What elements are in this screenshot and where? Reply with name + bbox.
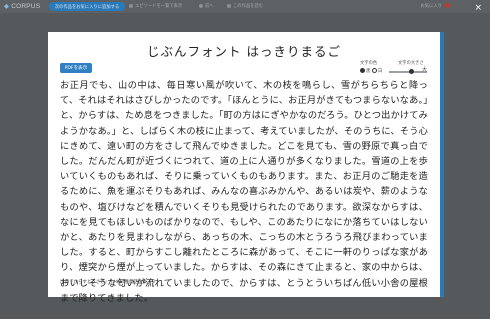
favorites-indicator[interactable]: お気に入り xyxy=(421,3,450,9)
color-option-white-label: 白 xyxy=(378,69,383,74)
prev-label: 前へ xyxy=(205,4,214,9)
favorites-label: お気に入り xyxy=(420,4,442,9)
text-size-label: 文字の大きさ xyxy=(398,61,424,66)
color-option-black-label: 黒 xyxy=(366,69,371,74)
list-icon xyxy=(129,3,133,8)
modal-title: じぶんフォント はっきりまるご xyxy=(147,44,341,59)
size-max-label: 大 xyxy=(422,67,428,73)
sample-body-text: お正月でも、山の中は、毎日寒い風が吹いて、木の枝を鳴らし、雪がちらちらと降って、… xyxy=(60,80,428,304)
top-bar: ◆ CORPUS 次の作品をお気に入りに追加する エピソードを一覧で表示 前へ … xyxy=(0,0,490,13)
pdf-button[interactable]: PDFを表示 xyxy=(60,63,92,73)
slider-handle[interactable] xyxy=(408,69,414,75)
episode-list-label: エピソードを一覧で表示 xyxy=(135,4,183,9)
read-link[interactable]: この作品を読む xyxy=(227,3,263,9)
logo-mark-icon: ◆ xyxy=(4,3,10,10)
arrow-left-icon xyxy=(199,3,203,8)
favorite-badge-icon xyxy=(445,3,450,8)
add-favorite-button[interactable]: 次の作品をお気に入りに追加する xyxy=(49,2,125,11)
prev-link[interactable]: 前へ xyxy=(199,3,214,9)
color-radio-black[interactable] xyxy=(360,68,365,73)
logo-text: CORPUS xyxy=(11,3,41,10)
source-citation: 出典『からすとうさぎ』小川未明 童話全集より xyxy=(60,280,156,285)
text-color-label: 文字の色 xyxy=(360,61,378,66)
book-icon xyxy=(227,3,231,8)
close-icon[interactable]: × xyxy=(474,4,482,13)
read-label: この作品を読む xyxy=(233,4,264,9)
font-preview-modal: じぶんフォント はっきりまるご PDFを表示 文字の色 黒 白 文字の大きさ 大… xyxy=(48,32,444,304)
episode-list-link[interactable]: エピソードを一覧で表示 xyxy=(129,3,182,9)
site-logo[interactable]: ◆ CORPUS xyxy=(4,2,40,10)
color-radio-white[interactable] xyxy=(372,68,377,73)
